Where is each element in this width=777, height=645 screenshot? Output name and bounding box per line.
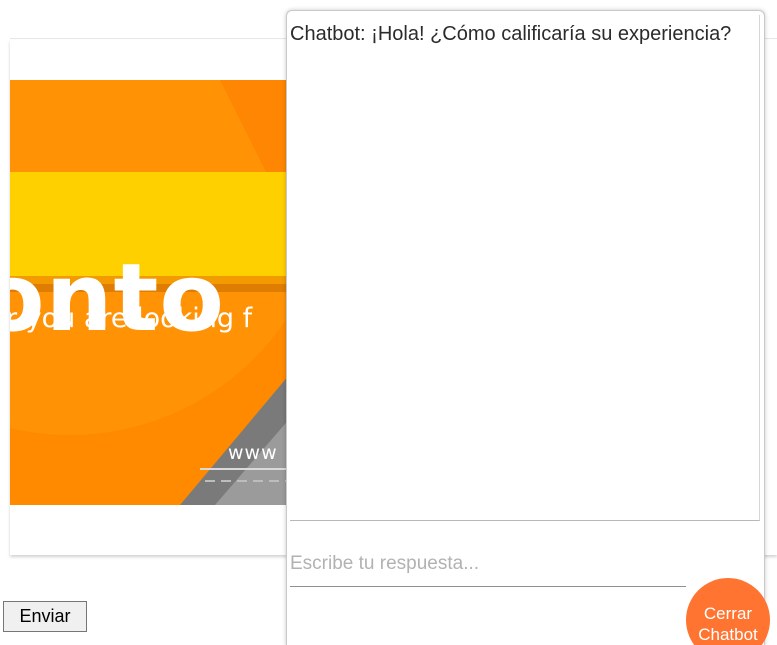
chatbot-message: Chatbot: ¡Hola! ¿Cómo calificaría su exp… bbox=[290, 23, 732, 45]
reply-area bbox=[290, 522, 764, 607]
chatbot-window: Chatbot: ¡Hola! ¿Cómo calificaría su exp… bbox=[286, 10, 765, 645]
banner-url: www bbox=[228, 442, 278, 464]
close-chatbot-label-line1: Cerrar bbox=[703, 604, 753, 623]
reply-input[interactable] bbox=[290, 542, 686, 587]
promo-banner[interactable]: onto r you are looking f www bbox=[10, 80, 310, 505]
page: onto r you are looking f www Chatbot: ¡H… bbox=[0, 0, 777, 645]
banner-tagline: r you are looking f bbox=[10, 303, 253, 334]
send-button[interactable]: Enviar bbox=[3, 601, 87, 632]
chat-log[interactable]: Chatbot: ¡Hola! ¿Cómo calificaría su exp… bbox=[290, 15, 760, 521]
close-chatbot-label-line2: Chatbot bbox=[698, 625, 758, 644]
